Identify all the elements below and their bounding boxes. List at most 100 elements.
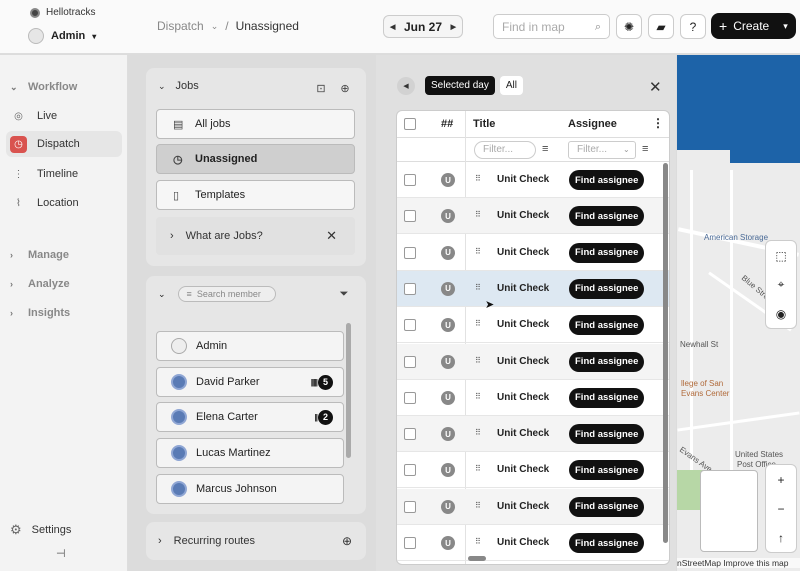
what-are-jobs-banner[interactable]: › What are Jobs? ✕ — [156, 217, 355, 255]
filter-lines-icon[interactable]: ≡ — [642, 143, 648, 155]
all-jobs-button[interactable]: ▤ All jobs — [156, 109, 355, 139]
sidebar-item-dispatch[interactable]: ◷ Dispatch — [6, 131, 122, 157]
drag-handle-icon[interactable]: ⠿ — [475, 501, 481, 510]
table-row[interactable]: U ⠿ Unit Check Find assignee — [397, 198, 669, 235]
help-button[interactable]: ? — [680, 14, 706, 39]
find-assignee-button[interactable]: Find assignee — [569, 206, 645, 227]
tab-all[interactable]: All — [499, 76, 523, 95]
find-assignee-button[interactable]: Find assignee — [569, 387, 645, 408]
jobs-header[interactable]: ⌄ Jobs — [158, 80, 199, 92]
job-title[interactable]: Unit Check — [497, 174, 549, 185]
add-point-icon[interactable]: ⌖ — [766, 270, 796, 299]
job-title[interactable]: Unit Check — [497, 283, 549, 294]
member-row-marcus-johnson[interactable]: Marcus Johnson — [156, 474, 344, 504]
filter-lines-icon[interactable]: ≡ — [542, 143, 548, 155]
map-attribution[interactable]: nStreetMap Improve this map — [677, 558, 800, 568]
drag-handle-icon[interactable]: ⠿ — [475, 428, 481, 437]
prev-day-icon[interactable]: ◀ — [390, 23, 395, 31]
tab-selected-day[interactable]: Selected day — [425, 76, 495, 95]
close-icon[interactable]: ✕ — [326, 228, 337, 244]
find-assignee-button[interactable]: Find assignee — [569, 533, 645, 553]
minimap[interactable] — [700, 470, 758, 552]
pin-sidebar-icon[interactable]: ⊣ — [56, 547, 66, 560]
nav-section-workflow[interactable]: ⌄ Workflow — [10, 81, 77, 93]
find-assignee-button[interactable]: Find assignee — [569, 170, 645, 190]
job-title[interactable]: Unit Check — [497, 319, 549, 330]
table-row[interactable]: U ⠿ Unit Check Find assignee — [397, 525, 669, 561]
row-checkbox[interactable] — [404, 428, 416, 441]
funnel-icon[interactable]: ⏷ — [335, 285, 353, 303]
drag-handle-icon[interactable]: ⠿ — [475, 247, 481, 256]
chevron-down-icon[interactable]: ⌄ — [211, 21, 219, 32]
row-checkbox[interactable] — [404, 210, 416, 223]
job-title[interactable]: Unit Check — [497, 392, 549, 403]
nav-section-insights[interactable]: › Insights — [10, 307, 70, 319]
find-assignee-button[interactable]: Find assignee — [569, 496, 645, 517]
next-day-icon[interactable]: ▶ — [451, 23, 456, 31]
more-vertical-icon[interactable]: ⋮ — [652, 116, 664, 130]
scan-icon[interactable]: ⊡ — [312, 79, 330, 97]
row-checkbox[interactable] — [404, 537, 416, 549]
members-scrollbar[interactable] — [346, 323, 351, 458]
map-search-input[interactable]: Find in map ⌕ — [493, 14, 610, 39]
table-row[interactable]: U ⠿ Unit Check Find assignee — [397, 488, 669, 525]
breadcrumb-section[interactable]: Dispatch — [157, 19, 204, 33]
row-checkbox[interactable] — [404, 282, 416, 295]
table-row[interactable]: U ⠿ Unit Check Find assignee — [397, 162, 669, 198]
find-assignee-button[interactable]: Find assignee — [569, 278, 645, 299]
table-row[interactable]: U ⠿ Unit Check Find assignee — [397, 343, 669, 380]
row-checkbox[interactable] — [404, 174, 416, 186]
row-checkbox[interactable] — [404, 355, 416, 368]
recurring-routes-section[interactable]: › Recurring routes ⊕ — [146, 522, 366, 560]
job-title[interactable]: Unit Check — [497, 537, 549, 548]
job-title[interactable]: Unit Check — [497, 210, 549, 221]
close-icon[interactable]: ✕ — [649, 78, 662, 96]
drag-handle-icon[interactable]: ⠿ — [475, 210, 481, 219]
drag-handle-icon[interactable]: ⠿ — [475, 392, 481, 401]
title-filter-input[interactable]: Filter... — [474, 141, 536, 159]
zoom-in-icon[interactable]: + — [766, 465, 796, 494]
nav-section-analyze[interactable]: › Analyze — [10, 278, 70, 290]
member-search-input[interactable]: ≡ Search member — [177, 286, 276, 302]
sidebar-item-settings[interactable]: ⚙ Settings — [10, 522, 71, 538]
row-checkbox[interactable] — [404, 464, 416, 477]
header-assignee[interactable]: Assignee — [568, 118, 617, 130]
drag-handle-icon[interactable]: ⠿ — [475, 319, 481, 328]
drag-handle-icon[interactable]: ⠿ — [475, 174, 481, 183]
chat-button[interactable]: ▰ — [648, 14, 674, 39]
select-all-checkbox[interactable] — [404, 118, 416, 130]
row-checkbox[interactable] — [404, 319, 416, 332]
unassigned-button[interactable]: ◷ Unassigned — [156, 144, 355, 174]
job-title[interactable]: Unit Check — [497, 501, 549, 512]
member-row-elena-carter[interactable]: Elena Carter || 2 — [156, 402, 344, 432]
drag-handle-icon[interactable]: ⠿ — [475, 464, 481, 473]
select-area-icon[interactable]: ⬚ — [766, 241, 796, 270]
sidebar-item-live[interactable]: ◎ Live — [6, 103, 122, 129]
zoom-out-icon[interactable]: − — [766, 494, 796, 523]
date-picker[interactable]: ◀ Jun 27 ▶ — [383, 15, 463, 38]
ai-button[interactable]: ✺ — [616, 14, 642, 39]
job-title[interactable]: Unit Check — [497, 428, 549, 439]
table-vertical-scrollbar[interactable] — [663, 163, 668, 543]
member-row-david-parker[interactable]: David Parker ||||| 5 — [156, 367, 344, 397]
table-row[interactable]: U ⠿ Unit Check Find assignee — [397, 380, 669, 416]
table-row[interactable]: U ⠿ Unit Check Find assignee — [397, 307, 669, 344]
member-row-lucas-martinez[interactable]: Lucas Martinez — [156, 438, 344, 468]
date-label[interactable]: Jun 27 — [404, 20, 442, 34]
member-row-admin[interactable]: Admin — [156, 331, 344, 361]
user-menu[interactable]: Admin ▾ — [28, 28, 96, 44]
table-row[interactable]: U ⠿ Unit Check Find assignee — [397, 416, 669, 453]
job-title[interactable]: Unit Check — [497, 247, 549, 258]
find-assignee-button[interactable]: Find assignee — [569, 460, 645, 481]
add-job-icon[interactable]: ⊕ — [336, 79, 354, 97]
header-hash[interactable]: ## — [441, 118, 453, 130]
find-assignee-button[interactable]: Find assignee — [569, 424, 645, 445]
find-assignee-button[interactable]: Find assignee — [569, 315, 645, 336]
find-assignee-button[interactable]: Find assignee — [569, 242, 645, 263]
compass-icon[interactable]: ↑ — [766, 523, 796, 552]
nav-section-manage[interactable]: › Manage — [10, 249, 69, 261]
row-checkbox[interactable] — [404, 500, 416, 513]
sidebar-item-location[interactable]: ⌇ Location — [6, 190, 122, 216]
collapse-icon[interactable]: ◀ — [397, 76, 415, 95]
row-checkbox[interactable] — [404, 391, 416, 404]
